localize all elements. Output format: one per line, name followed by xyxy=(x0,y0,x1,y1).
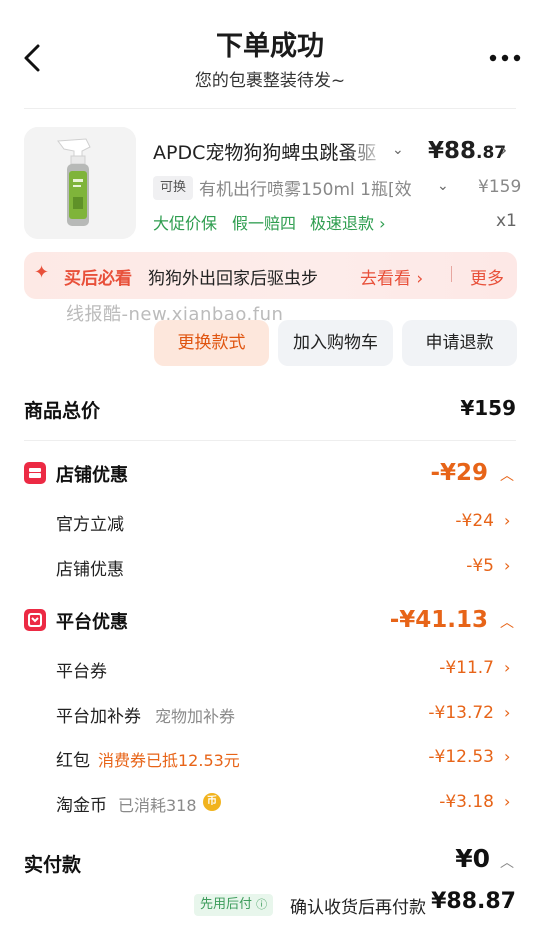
fast-refund-label: 极速退款 xyxy=(310,214,375,233)
chevron-right-icon[interactable]: › xyxy=(504,792,510,811)
banner-go-link[interactable]: 去看看 › xyxy=(360,264,423,289)
pay-later-tag-label: 先用后付 xyxy=(200,897,253,912)
platform-bonus-label: 平台加补券 xyxy=(56,707,141,727)
shop-coupon-label: 店铺优惠 xyxy=(56,560,124,580)
official-cut-value[interactable]: -¥24 xyxy=(455,511,494,531)
promo-fast-refund[interactable]: 极速退款 › xyxy=(310,210,386,234)
more-menu-button[interactable] xyxy=(488,48,524,68)
red-packet-label: 红包 xyxy=(56,751,90,771)
chevron-right-icon: › xyxy=(379,214,386,233)
chevron-right-icon[interactable]: › xyxy=(504,658,510,677)
swap-tag: 可换 xyxy=(153,176,194,200)
platform-coupon-value[interactable]: -¥11.7 xyxy=(439,658,494,678)
shop-discount-label: 店铺优惠 xyxy=(56,465,128,486)
total-label: 商品总价 xyxy=(24,400,101,422)
page-subtitle: 您的包裹整装待发~ xyxy=(194,71,346,91)
total-value: ¥159 xyxy=(460,396,516,420)
price-main: ¥88 xyxy=(428,138,477,164)
taojinbi-label: 淘金币 xyxy=(56,796,107,816)
chevron-right-icon[interactable]: › xyxy=(500,140,507,161)
platform-icon xyxy=(24,609,46,631)
paid-value: ¥0 xyxy=(455,844,490,873)
red-packet-value[interactable]: -¥12.53 xyxy=(428,747,494,767)
platform-discount-value: -¥41.13 xyxy=(389,607,488,633)
taojinbi-note: 已消耗318 xyxy=(118,796,197,815)
chevron-up-icon[interactable]: ︿ xyxy=(500,612,514,632)
shop-coupon-value[interactable]: -¥5 xyxy=(466,556,494,576)
pay-later-amount: ¥88.87 xyxy=(431,889,516,914)
banner-text: 狗狗外出回家后驱虫步 xyxy=(148,269,318,289)
change-style-button[interactable]: 更换款式 xyxy=(154,320,269,366)
header-divider xyxy=(24,108,516,109)
request-refund-button[interactable]: 申请退款 xyxy=(402,320,517,366)
banner-separator xyxy=(451,266,452,282)
coin-icon: 币 xyxy=(203,793,221,811)
banner-must-see: 买后必看 xyxy=(64,269,132,289)
chevron-right-icon: › xyxy=(416,269,424,289)
chevron-down-icon[interactable]: ⌄ xyxy=(392,142,404,158)
platform-coupon-label: 平台券 xyxy=(56,662,107,682)
product-price: ¥88.87 xyxy=(428,138,506,164)
original-price: ¥159 xyxy=(478,177,522,197)
pay-later-tag[interactable]: 先用后付 ⓘ xyxy=(194,894,274,916)
chevron-right-icon[interactable]: › xyxy=(504,703,510,722)
taojinbi-value[interactable]: -¥3.18 xyxy=(439,792,494,812)
platform-discount-label: 平台优惠 xyxy=(56,612,128,633)
chevron-right-icon[interactable]: › xyxy=(504,556,510,575)
info-icon: ⓘ xyxy=(256,898,268,911)
sparkle-icon: ✦ xyxy=(34,262,50,283)
platform-bonus-value[interactable]: -¥13.72 xyxy=(428,703,494,723)
banner-more-link[interactable]: 更多 xyxy=(470,264,504,289)
chevron-up-icon[interactable]: ︿ xyxy=(500,852,514,872)
official-cut-label: 官方立减 xyxy=(56,515,124,535)
chevron-right-icon[interactable]: › xyxy=(504,511,510,530)
paid-label: 实付款 xyxy=(24,854,82,876)
go-see-label: 去看看 xyxy=(360,269,411,289)
total-divider xyxy=(24,440,516,441)
quantity: x1 xyxy=(496,211,517,231)
promo-fake-compensation: 假一赔四 xyxy=(232,214,297,233)
platform-bonus-note: 宠物加补券 xyxy=(155,707,236,726)
red-packet-note: 消费券已抵12.53元 xyxy=(98,751,240,770)
product-thumbnail[interactable] xyxy=(24,127,136,239)
shop-discount-value: -¥29 xyxy=(430,460,488,486)
promo-price-guarantee: 大促价保 xyxy=(153,214,218,233)
spray-bottle-icon xyxy=(24,127,136,239)
chevron-down-icon[interactable]: ⌄ xyxy=(437,178,449,194)
shop-icon xyxy=(24,462,46,484)
title-fade xyxy=(345,136,387,166)
add-to-cart-button[interactable]: 加入购物车 xyxy=(278,320,393,366)
more-dots-icon xyxy=(489,54,521,62)
chevron-up-icon[interactable]: ︿ xyxy=(500,465,514,485)
chevron-right-icon[interactable]: › xyxy=(504,747,510,766)
page-title: 下单成功 xyxy=(216,31,324,62)
pay-later-text: 确认收货后再付款 xyxy=(290,898,426,918)
product-spec[interactable]: 有机出行喷雾150ml 1瓶[效 xyxy=(199,175,427,200)
